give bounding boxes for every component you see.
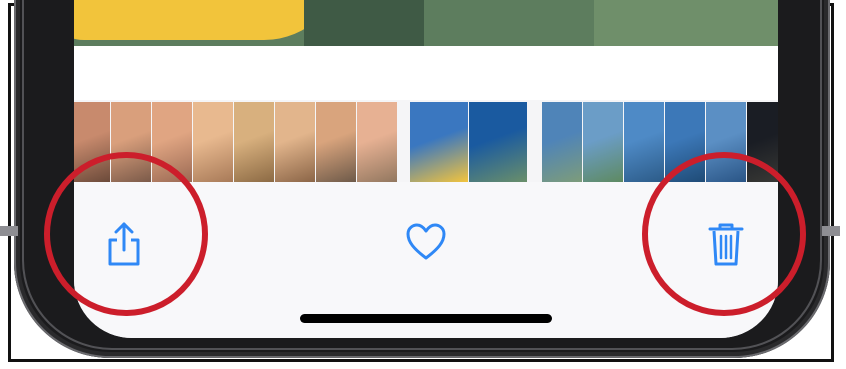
heart-icon: [406, 223, 446, 260]
home-indicator: [300, 314, 552, 323]
thumbnail-7[interactable]: [316, 102, 357, 182]
thumbnail-11[interactable]: [542, 102, 583, 182]
highlight-circle-share: [44, 152, 208, 316]
thumbnail-9[interactable]: [410, 102, 469, 182]
thumbnail-8[interactable]: [357, 102, 398, 182]
side-button-right: [822, 226, 840, 236]
photo-dark-region: [304, 0, 424, 46]
thumbnail-5[interactable]: [234, 102, 275, 182]
thumbnail-4[interactable]: [193, 102, 234, 182]
highlight-circle-delete: [642, 152, 806, 316]
main-photo: [74, 0, 778, 46]
favorite-button[interactable]: [402, 218, 450, 266]
photo-green-region: [594, 0, 778, 46]
thumbnail-6[interactable]: [275, 102, 316, 182]
thumbnail-10[interactable]: [469, 102, 528, 182]
thumbnail-12[interactable]: [583, 102, 624, 182]
thumbnail-13[interactable]: [624, 102, 665, 182]
photo-bottom-margin: [74, 46, 778, 100]
side-button-left: [0, 226, 18, 236]
